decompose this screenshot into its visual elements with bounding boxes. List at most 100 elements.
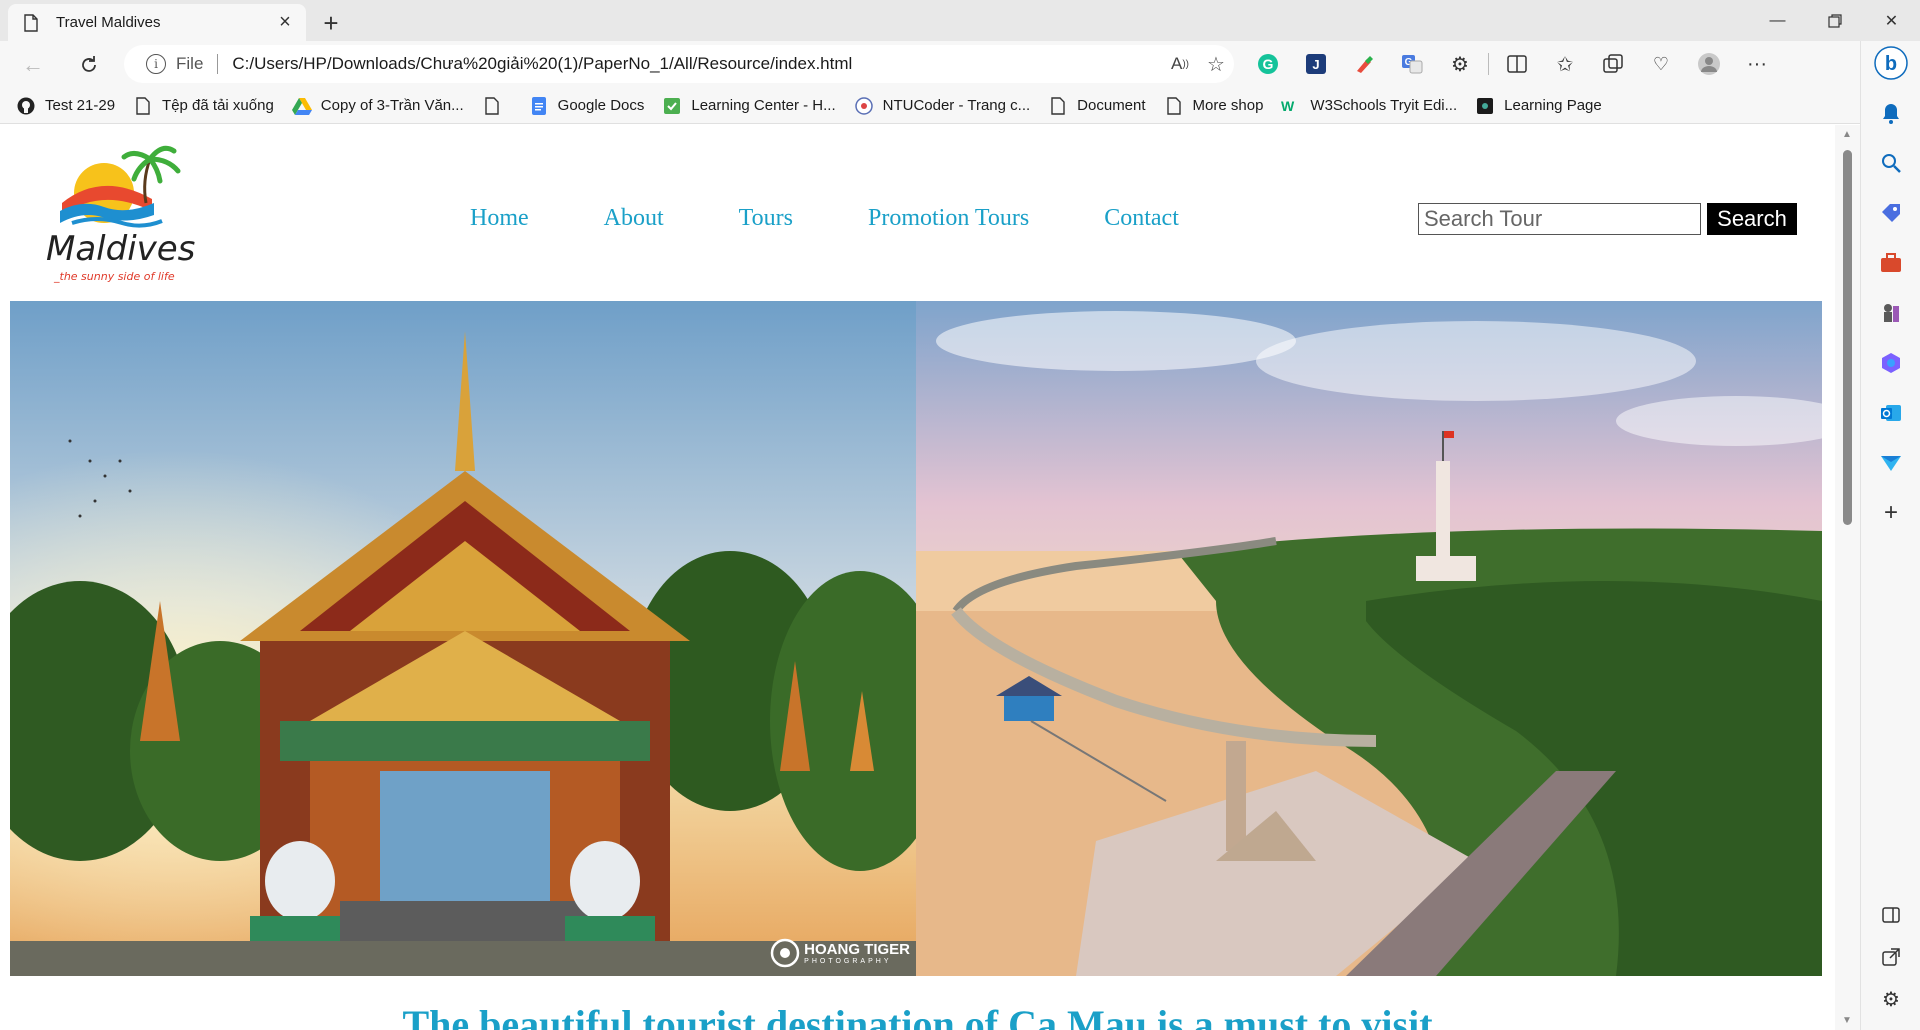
hero-banner: HOANG TIGER PHOTOGRAPHY bbox=[10, 301, 1822, 976]
bookmark-item[interactable]: Copy of 3-Trần Văn... bbox=[291, 96, 464, 116]
page-scrollbar[interactable]: ▲ ▼ bbox=[1835, 125, 1860, 1030]
svg-text:W: W bbox=[1281, 98, 1295, 114]
shopping-tag-icon[interactable] bbox=[1877, 199, 1905, 227]
palm-sun-logo-graphic bbox=[60, 145, 181, 228]
bookmark-label: More shop bbox=[1192, 97, 1264, 114]
search-tour-input[interactable] bbox=[1418, 203, 1701, 235]
page-icon bbox=[482, 96, 502, 116]
scrollbar-thumb[interactable] bbox=[1843, 150, 1852, 525]
grammarly-icon[interactable]: G bbox=[1248, 45, 1288, 83]
bookmark-label: NTUCoder - Trang c... bbox=[882, 97, 1031, 114]
bookmarks-bar: Test 21-29 Tệp đã tải xuống Copy of 3-Tr… bbox=[0, 88, 1860, 124]
bookmark-label: W3Schools Tryit Edi... bbox=[1310, 97, 1458, 114]
bookmark-label: Document bbox=[1077, 97, 1146, 114]
color-picker-icon[interactable] bbox=[1344, 45, 1384, 83]
url-divider bbox=[217, 54, 219, 74]
translate-icon[interactable]: G bbox=[1392, 45, 1432, 83]
bookmark-label: Copy of 3-Trần Văn... bbox=[320, 97, 464, 114]
main-nav: Home About Tours Promotion Tours Contact bbox=[470, 205, 1254, 232]
extensions-puzzle-icon[interactable]: ⚙ bbox=[1440, 45, 1480, 83]
photo-watermark: HOANG TIGER PHOTOGRAPHY bbox=[770, 938, 910, 968]
bookmark-item[interactable]: More shop bbox=[1164, 96, 1264, 116]
window-controls: — ✕ bbox=[1749, 0, 1920, 41]
scroll-down-arrow-icon[interactable]: ▼ bbox=[1842, 1015, 1852, 1026]
site-header: Maldives _the sunny side of life Home Ab… bbox=[0, 125, 1835, 301]
collections-icon[interactable] bbox=[1593, 45, 1633, 83]
restore-icon[interactable] bbox=[1806, 0, 1863, 41]
page-icon bbox=[133, 96, 153, 116]
tools-briefcase-icon[interactable] bbox=[1877, 249, 1905, 277]
microsoft-365-icon[interactable] bbox=[1877, 349, 1905, 377]
page-icon bbox=[22, 13, 40, 32]
notifications-bell-icon[interactable] bbox=[1877, 99, 1905, 127]
bing-copilot-icon[interactable]: b bbox=[1873, 45, 1909, 81]
camera-aperture-icon bbox=[770, 938, 800, 968]
file-scheme-label: File bbox=[176, 54, 204, 73]
google-docs-icon bbox=[529, 96, 549, 116]
add-sidebar-app-icon[interactable]: + bbox=[1877, 499, 1905, 527]
nav-home[interactable]: Home bbox=[470, 205, 529, 232]
toolbar-divider bbox=[1488, 53, 1489, 75]
learning-page-icon bbox=[1475, 96, 1495, 116]
bookmark-item[interactable]: Document bbox=[1048, 96, 1146, 116]
bookmark-label: Test 21-29 bbox=[45, 97, 116, 114]
browser-titlebar: Travel Maldives × + — ✕ bbox=[0, 0, 1920, 41]
ca-mau-cape-image bbox=[916, 301, 1822, 976]
sidebar-layout-icon[interactable] bbox=[1877, 901, 1905, 929]
search-button[interactable]: Search bbox=[1707, 203, 1797, 235]
split-screen-icon[interactable] bbox=[1497, 45, 1537, 83]
nav-contact[interactable]: Contact bbox=[1104, 205, 1179, 232]
new-tab-button[interactable]: + bbox=[316, 8, 346, 38]
more-options-icon[interactable]: ··· bbox=[1737, 45, 1777, 83]
extension-j-icon[interactable]: J bbox=[1296, 45, 1336, 83]
search-icon[interactable] bbox=[1877, 149, 1905, 177]
bookmark-item[interactable]: Learning Center - H... bbox=[662, 96, 836, 116]
open-external-icon[interactable] bbox=[1877, 943, 1905, 971]
back-icon[interactable]: ← bbox=[16, 48, 50, 82]
svg-text:J: J bbox=[1312, 57, 1319, 72]
favorites-icon[interactable]: ✩ bbox=[1545, 45, 1585, 83]
bookmark-label: Learning Center - H... bbox=[691, 97, 836, 114]
svg-text:b: b bbox=[1885, 53, 1897, 75]
svg-text:G: G bbox=[1263, 56, 1274, 72]
favorite-star-icon[interactable]: ☆ bbox=[1198, 46, 1234, 82]
info-icon[interactable]: i bbox=[146, 54, 166, 74]
page-icon bbox=[1048, 96, 1068, 116]
nav-about[interactable]: About bbox=[604, 205, 664, 232]
bookmark-item[interactable]: Test 21-29 bbox=[16, 96, 115, 116]
bookmark-item[interactable]: NTUCoder - Trang c... bbox=[854, 96, 1031, 116]
minimize-icon[interactable]: — bbox=[1749, 0, 1806, 41]
send-drop-icon[interactable] bbox=[1877, 449, 1905, 477]
close-window-icon[interactable]: ✕ bbox=[1863, 0, 1920, 41]
profile-avatar-icon[interactable] bbox=[1689, 45, 1729, 83]
address-toolbar: ← i File C:/Users/HP/Downloads/Chưa%20gi… bbox=[0, 41, 1920, 88]
pagoda-image: HOANG TIGER PHOTOGRAPHY bbox=[10, 301, 916, 976]
games-chess-icon[interactable] bbox=[1877, 299, 1905, 327]
outlook-icon[interactable] bbox=[1877, 399, 1905, 427]
refresh-icon[interactable] bbox=[72, 48, 106, 82]
settings-gear-icon[interactable]: ⚙ bbox=[1877, 985, 1905, 1013]
url-text[interactable]: C:/Users/HP/Downloads/Chưa%20giải%20(1)/… bbox=[232, 54, 1162, 74]
nav-promotion-tours[interactable]: Promotion Tours bbox=[868, 205, 1029, 232]
logo-tagline: _the sunny side of life bbox=[54, 270, 175, 283]
scroll-up-arrow-icon[interactable]: ▲ bbox=[1842, 129, 1852, 140]
bookmark-item[interactable] bbox=[482, 96, 511, 116]
nav-tours[interactable]: Tours bbox=[739, 205, 793, 232]
learning-center-icon bbox=[662, 96, 682, 116]
bookmark-item[interactable]: Learning Page bbox=[1475, 96, 1602, 116]
page-icon bbox=[1164, 96, 1184, 116]
bookmark-label: Tệp đã tải xuống bbox=[162, 97, 274, 114]
read-aloud-icon[interactable]: A)) bbox=[1162, 46, 1198, 82]
edge-sidebar: b + ⚙ bbox=[1860, 41, 1920, 1030]
address-bar[interactable]: i File C:/Users/HP/Downloads/Chưa%20giải… bbox=[124, 45, 1234, 83]
bookmark-item[interactable]: Tệp đã tải xuống bbox=[133, 96, 274, 116]
extensions-row: G J G ⚙ ✩ ♡ ··· bbox=[1248, 45, 1785, 83]
browser-essentials-icon[interactable]: ♡ bbox=[1641, 45, 1681, 83]
close-tab-icon[interactable]: × bbox=[274, 11, 296, 34]
watermark-title: HOANG TIGER bbox=[804, 941, 910, 958]
page-headline: The beautiful tourist destination of Ca … bbox=[402, 1002, 1433, 1030]
browser-tab[interactable]: Travel Maldives × bbox=[8, 4, 306, 41]
bookmark-item[interactable]: Google Docs bbox=[529, 96, 644, 116]
bookmark-item[interactable]: W W3Schools Tryit Edi... bbox=[1281, 96, 1457, 116]
bookmark-label: Learning Page bbox=[1504, 97, 1602, 114]
